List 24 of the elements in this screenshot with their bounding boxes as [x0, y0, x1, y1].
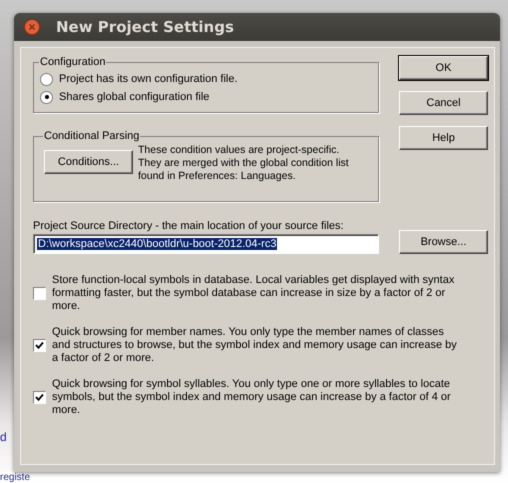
close-icon[interactable]	[24, 19, 40, 35]
ok-button[interactable]: OK	[399, 56, 488, 80]
radio-button[interactable]	[40, 72, 53, 86]
cancel-button[interactable]: Cancel	[399, 91, 488, 115]
field-label: Project Source Directory - the main location of your source files:	[33, 220, 345, 232]
description-text: These condition values are project-specific. They are merged with the global condition list found in Preferences: Languages.	[138, 144, 350, 183]
group-title: Conditional Parsing	[43, 130, 140, 142]
checkbox[interactable]	[33, 339, 46, 352]
checkbox-label: Quick browsing for member names. You only type the member names of classes and structures to browse, but the symbol index and memory usage can increase by a factor of 2 or more.	[52, 326, 457, 365]
background-text: d	[0, 430, 7, 444]
browse-button[interactable]: Browse...	[399, 230, 488, 254]
background-text: registe	[0, 472, 30, 483]
checkbox[interactable]	[33, 391, 46, 404]
input-field[interactable]: D:\workspace\xc2440\bootldr\u-boot-2012.04-rc3	[33, 234, 379, 254]
group-title: Configuration	[39, 56, 106, 68]
conditions-button[interactable]: Conditions...	[44, 150, 133, 174]
checkbox-label: Quick browsing for symbol syllables. You only type one or more syllables to locate symbols, but the symbol index and memory usage can increase by a factor of 4 or more.	[52, 378, 452, 417]
help-button[interactable]: Help	[399, 126, 488, 150]
checkbox-label: Store function-local symbols in database. Local variables get displayed with syntax formatting faster, but the symbol database can increase in size by a factor of 2 or more.	[52, 274, 456, 313]
radio-label: Shares global configuration file	[59, 91, 210, 103]
radio-label: Project has its own configuration file.	[59, 73, 238, 85]
radio-button[interactable]	[40, 90, 53, 104]
window-title: New Project Settings	[56, 18, 234, 36]
checkbox[interactable]	[33, 287, 46, 300]
